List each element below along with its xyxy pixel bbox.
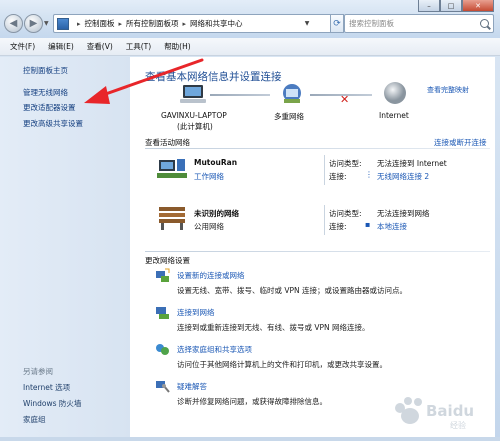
menu-edit[interactable]: 编辑(E) [48, 41, 74, 52]
refresh-button[interactable]: ⟳ [330, 14, 344, 33]
search-icon[interactable] [480, 19, 489, 28]
baidu-watermark-logo: Baidu 经验 [390, 392, 495, 432]
network-name: 未识别的网络 [194, 209, 239, 218]
computer-name-label: GAVINXU-LAPTOP [161, 111, 227, 120]
menu-bar: 文件(F) 编辑(E) 查看(V) 工具(T) 帮助(H) [0, 38, 500, 56]
full-map-link[interactable]: 查看完整映射 [427, 85, 469, 95]
divider [145, 148, 490, 149]
search-input[interactable]: 搜索控制面板 [344, 14, 494, 33]
address-bar[interactable]: ▸ 控制面板 ▸ 所有控制面板项 ▸ 网络和共享中心 ▼ [53, 14, 335, 33]
forward-button[interactable]: ▶ [24, 14, 43, 33]
main-content: 查看基本网络信息并设置连接 查看完整映射 ✕ GAVINXU-LAPTOP (此… [130, 57, 495, 441]
breadcrumb-control-panel[interactable]: 控制面板 [85, 18, 115, 29]
forward-arrow-icon: ▶ [29, 18, 38, 29]
wireless-network-icon [157, 159, 187, 178]
refresh-icon: ⟳ [333, 18, 341, 29]
wireless-connection-link[interactable]: 无线网络连接 2 [377, 171, 429, 182]
close-button[interactable]: ✕ [462, 0, 494, 12]
connection-label: 连接: [329, 222, 347, 231]
page-title: 查看基本网络信息并设置连接 [145, 71, 282, 83]
troubleshoot-link[interactable]: 疑难解答 [177, 381, 207, 392]
recent-pages-dropdown-icon[interactable]: ▼ [44, 20, 49, 27]
menu-file[interactable]: 文件(F) [10, 41, 35, 52]
computer-sub-label: (此计算机) [177, 122, 213, 131]
divider [324, 205, 325, 235]
connection-label: 连接: [329, 172, 347, 181]
homegroup-sharing-icon [156, 344, 169, 355]
sidebar-item-advanced-sharing[interactable]: 更改高级共享设置 [23, 118, 83, 129]
back-button[interactable]: ◀ [4, 14, 23, 33]
sidebar-control-panel-home[interactable]: 控制面板主页 [23, 65, 68, 76]
connection-error-icon: ✕ [340, 93, 350, 106]
new-connection-icon [156, 268, 170, 282]
see-also-heading: 另请参阅 [23, 367, 53, 376]
breadcrumb-network-center[interactable]: 网络和共享中心 [190, 18, 243, 29]
minimize-button[interactable]: – [418, 0, 440, 12]
menu-view[interactable]: 查看(V) [87, 41, 113, 52]
connect-network-icon [156, 307, 169, 319]
access-type-label: 访问类型: [329, 209, 362, 218]
network-type-link[interactable]: 工作网络 [194, 171, 224, 182]
setup-new-connection-link[interactable]: 设置新的连接或网络 [177, 270, 245, 281]
back-arrow-icon: ◀ [9, 18, 18, 29]
local-connection-icon: ▪ [365, 220, 371, 229]
breadcrumb-separator-icon: ▸ [118, 19, 123, 28]
address-toolbar: – □ ✕ ◀ ▶ ▼ ▸ 控制面板 ▸ 所有控制面板项 ▸ 网络和共享中心 ▼… [0, 0, 500, 38]
connect-to-network-link[interactable]: 连接到网络 [177, 307, 215, 318]
svg-text:经验: 经验 [450, 420, 466, 430]
task-description: 设置无线、宽带、拨号、临时或 VPN 连接；或设置路由器或访问点。 [177, 286, 408, 295]
control-panel-icon [57, 17, 69, 30]
task-description: 访问位于其他网络计算机上的文件和打印机，或更改共享设置。 [177, 360, 387, 369]
public-network-bench-icon [159, 207, 185, 230]
network-name: MutouRan [194, 158, 238, 167]
divider [145, 251, 490, 252]
connect-disconnect-link[interactable]: 连接或断开连接 [434, 137, 487, 148]
task-description: 连接到或重新连接到无线、有线、拨号或 VPN 网络连接。 [177, 323, 370, 332]
sidebar-item-change-adapter[interactable]: 更改适配器设置 [23, 102, 76, 113]
map-link-line [210, 94, 270, 96]
internet-globe-icon[interactable] [383, 81, 407, 105]
troubleshoot-icon [156, 381, 170, 393]
access-type-value: 无法连接到 Internet [377, 159, 447, 168]
sidebar-item-internet-options[interactable]: Internet 选项 [23, 382, 70, 393]
divider [324, 155, 325, 185]
multiple-networks-label: 多重网络 [274, 112, 304, 121]
change-settings-heading: 更改网络设置 [145, 256, 190, 265]
breadcrumb-all-items[interactable]: 所有控制面板项 [126, 18, 179, 29]
menu-help[interactable]: 帮助(H) [164, 41, 191, 52]
internet-label: Internet [379, 111, 409, 120]
sidebar-item-homegroup[interactable]: 家庭组 [23, 414, 46, 425]
breadcrumb-separator-icon: ▸ [77, 19, 81, 28]
address-dropdown-icon[interactable]: ▼ [302, 15, 312, 32]
multiple-networks-icon[interactable] [280, 82, 304, 106]
access-type-value: 无法连接到网络 [377, 209, 430, 218]
window-bottom-border [0, 437, 500, 441]
sidebar-item-manage-wireless[interactable]: 管理无线网络 [23, 87, 68, 98]
local-connection-link[interactable]: 本地连接 [377, 221, 407, 232]
network-sharing-center-window: – □ ✕ ◀ ▶ ▼ ▸ 控制面板 ▸ 所有控制面板项 ▸ 网络和共享中心 ▼… [0, 0, 500, 441]
wireless-signal-icon: ⋮ [365, 170, 373, 179]
computer-icon[interactable] [180, 84, 206, 106]
breadcrumb-separator-icon: ▸ [182, 19, 187, 28]
active-networks-heading: 查看活动网络 [145, 138, 190, 147]
task-description: 诊断并修复网络问题，或获得故障排除信息。 [177, 397, 327, 406]
maximize-button[interactable]: □ [440, 0, 462, 12]
sidebar: 控制面板主页 管理无线网络 更改适配器设置 更改高级共享设置 另请参阅 Inte… [0, 57, 130, 441]
access-type-label: 访问类型: [329, 159, 362, 168]
search-placeholder: 搜索控制面板 [349, 19, 394, 28]
svg-text:Baidu: Baidu [426, 402, 474, 420]
network-type: 公用网络 [194, 222, 224, 231]
menu-tools[interactable]: 工具(T) [126, 41, 151, 52]
sidebar-item-firewall[interactable]: Windows 防火墙 [23, 398, 81, 409]
homegroup-sharing-link[interactable]: 选择家庭组和共享选项 [177, 344, 252, 355]
window-controls: – □ ✕ [418, 0, 494, 12]
